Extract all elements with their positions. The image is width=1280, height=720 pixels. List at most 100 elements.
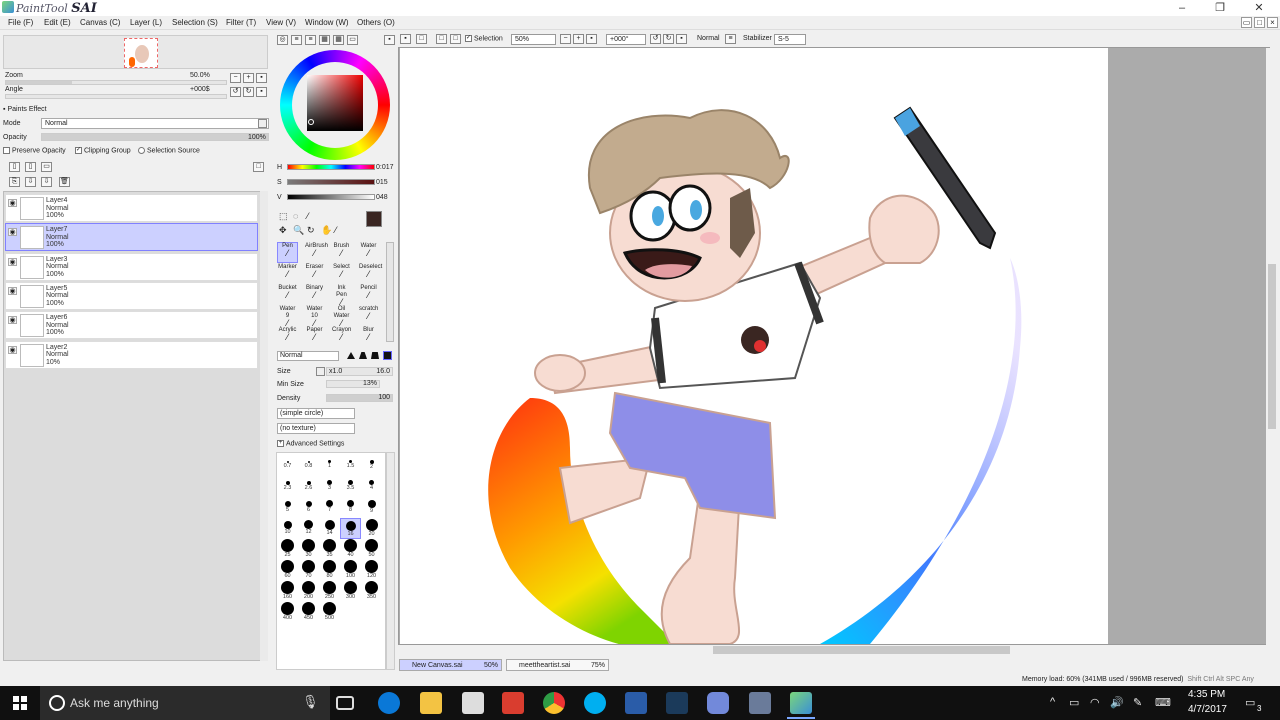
task-view-icon[interactable] — [336, 696, 354, 710]
canvas-zoom-out-icon[interactable]: − — [560, 34, 571, 44]
tool-eraser[interactable]: Eraser ⁄ — [304, 263, 325, 284]
visibility-eye-icon[interactable]: ◉ — [8, 286, 17, 295]
rotate-icon[interactable]: ↻ — [307, 225, 315, 236]
canvas-tab-meettheartist[interactable]: meettheartist.sai 75% — [506, 659, 609, 671]
brush-size-preset[interactable]: 250 — [319, 581, 340, 602]
brush-texture-select[interactable]: (no texture) — [277, 423, 355, 434]
opacity-slider[interactable] — [41, 133, 269, 141]
toggle-panel-icon[interactable]: ▪ — [400, 34, 411, 44]
tool-bucket[interactable]: Bucket ⁄ — [277, 284, 298, 305]
brush-size-preset[interactable]: 3.5 — [340, 476, 361, 497]
clear-layer-icon[interactable]: ⇩ — [41, 177, 52, 187]
swatches-tab-icon[interactable]: ▦ — [319, 35, 330, 45]
visibility-eye-icon[interactable]: ◉ — [8, 345, 17, 354]
mdi-maximize-icon[interactable]: □ — [1254, 17, 1265, 28]
invert-icon[interactable]: □ — [436, 34, 447, 44]
brush-size-preset[interactable]: 8 — [340, 497, 361, 518]
tool-marker[interactable]: Marker ⁄ — [277, 263, 298, 284]
menu-canvas[interactable]: Canvas (C) — [80, 18, 120, 27]
deselect-icon[interactable]: □ — [416, 34, 427, 44]
tool-grid-scrollbar[interactable] — [386, 242, 394, 342]
hand-icon[interactable]: ✋ — [321, 225, 332, 236]
brush-size-preset[interactable]: 2 — [361, 455, 382, 476]
hide-selection-icon[interactable]: □ — [450, 34, 461, 44]
layer-row[interactable]: ◉ Layer6 Normal 100% — [5, 311, 258, 340]
zoom-out-button[interactable]: − — [230, 73, 241, 83]
brush-size-preset[interactable]: 0.8 — [298, 455, 319, 476]
menu-edit[interactable]: Edit (E) — [44, 18, 71, 27]
zoom-slider[interactable] — [5, 80, 227, 85]
mdi-restore-icon[interactable]: ▭ — [1241, 17, 1252, 28]
discord-icon[interactable] — [707, 692, 729, 714]
new-layer-icon[interactable]: ▯ — [9, 162, 20, 172]
menu-selection[interactable]: Selection (S) — [172, 18, 218, 27]
zoom-icon[interactable]: 🔍 — [293, 225, 304, 236]
delete-layer-icon[interactable]: 🗑 — [59, 177, 70, 187]
keyboard-icon[interactable]: ⌨ — [1155, 696, 1171, 709]
brush-size-preset[interactable]: 1 — [319, 455, 340, 476]
brush-size-preset[interactable]: 9 — [361, 497, 382, 518]
windows-start-icon[interactable] — [13, 696, 27, 710]
layer-row[interactable]: ◉ Layer7 Normal 100% — [5, 223, 258, 252]
new-vector-layer-icon[interactable]: ▯ — [25, 162, 36, 172]
menu-filter[interactable]: Filter (T) — [226, 18, 256, 27]
min-size-slider[interactable]: 13% — [326, 380, 380, 388]
visibility-eye-icon[interactable]: ◉ — [8, 316, 17, 325]
brush-size-preset[interactable]: 16 — [340, 518, 361, 539]
flip-icon[interactable]: ≡ — [725, 34, 736, 44]
tool-acrylic[interactable]: Acrylic ⁄ — [277, 326, 298, 347]
tool-oil-water[interactable]: Oil Water ⁄ — [331, 305, 352, 328]
tool-deselect[interactable]: Deselect ⁄ — [358, 263, 382, 284]
canvas-zoom-select[interactable]: 50% — [511, 34, 556, 45]
visibility-eye-icon[interactable]: ◉ — [8, 199, 17, 207]
new-folder-icon[interactable]: ▭ — [41, 162, 52, 172]
rotate-reset-icon[interactable]: ▪ — [676, 34, 687, 44]
chrome-icon[interactable] — [543, 692, 565, 714]
maximize-button[interactable]: ❐ — [1201, 0, 1239, 16]
advanced-settings-toggle[interactable]: + Advanced Settings — [277, 440, 344, 447]
brush-size-preset[interactable]: 25 — [277, 539, 298, 560]
angle-slider[interactable] — [5, 94, 227, 99]
brush-size-preset[interactable]: 35 — [319, 539, 340, 560]
rotate-cw-icon[interactable]: ↻ — [663, 34, 674, 44]
copy-layer-icon[interactable]: ⎘ — [9, 177, 20, 187]
tool-crayon[interactable]: Crayon ⁄ — [331, 326, 352, 347]
store-icon[interactable] — [462, 692, 484, 714]
lasso-icon[interactable]: ◌ — [293, 211, 298, 221]
brush-size-preset[interactable]: 350 — [361, 581, 382, 602]
rotate-reset-button[interactable]: ▪ — [256, 87, 267, 97]
tool-water-10[interactable]: Water 10 ⁄ — [304, 305, 325, 328]
menu-view[interactable]: View (V) — [266, 18, 296, 27]
preserve-opacity-checkbox[interactable]: Preserve Opacity — [3, 147, 66, 154]
tip-hard-icon[interactable] — [371, 352, 379, 359]
brush-size-preset[interactable]: 7 — [319, 497, 340, 518]
move-icon[interactable]: ✥ — [279, 225, 287, 236]
palette-tab-icon[interactable]: ▦ — [333, 35, 344, 45]
tool-brush[interactable]: Brush ⁄ — [331, 242, 352, 263]
layer-list-scrollbar[interactable] — [260, 191, 268, 661]
merge-down-icon[interactable]: ⇩ — [25, 177, 36, 187]
steam-icon[interactable] — [666, 692, 688, 714]
hsv-slider-tab-icon[interactable]: ≡ — [305, 35, 316, 45]
brush-size-preset[interactable]: 12 — [298, 518, 319, 539]
panel-close-icon[interactable]: ▪ — [384, 35, 395, 45]
density-slider[interactable]: 100 — [326, 394, 393, 402]
skype-icon[interactable] — [584, 692, 606, 714]
brush-size-preset[interactable]: 60 — [277, 560, 298, 581]
eyedropper-icon[interactable]: ⁄ — [335, 225, 337, 235]
rotate-right-button[interactable]: ↻ — [243, 87, 254, 97]
brush-size-preset[interactable]: 3 — [319, 476, 340, 497]
panel-toggle-icon[interactable]: □ — [253, 162, 264, 172]
mdi-close-icon[interactable]: × — [1267, 17, 1278, 28]
minimize-button[interactable]: – — [1163, 0, 1201, 16]
brush-size-preset[interactable]: 14 — [319, 518, 340, 539]
selection-source-checkbox[interactable]: Selection Source — [138, 147, 200, 154]
monitor-app-icon[interactable] — [625, 692, 647, 714]
brush-size-preset[interactable]: 70 — [298, 560, 319, 581]
paints-effect-header[interactable]: ▪ Paints Effect — [3, 106, 47, 113]
brush-size-preset[interactable]: 450 — [298, 602, 319, 623]
canvas-blend-mode[interactable]: Normal — [694, 34, 720, 45]
brush-size-preset[interactable]: 20 — [361, 518, 382, 539]
tool-paper[interactable]: Paper ⁄ — [304, 326, 325, 347]
brush-size-preset[interactable]: 1.5 — [340, 455, 361, 476]
